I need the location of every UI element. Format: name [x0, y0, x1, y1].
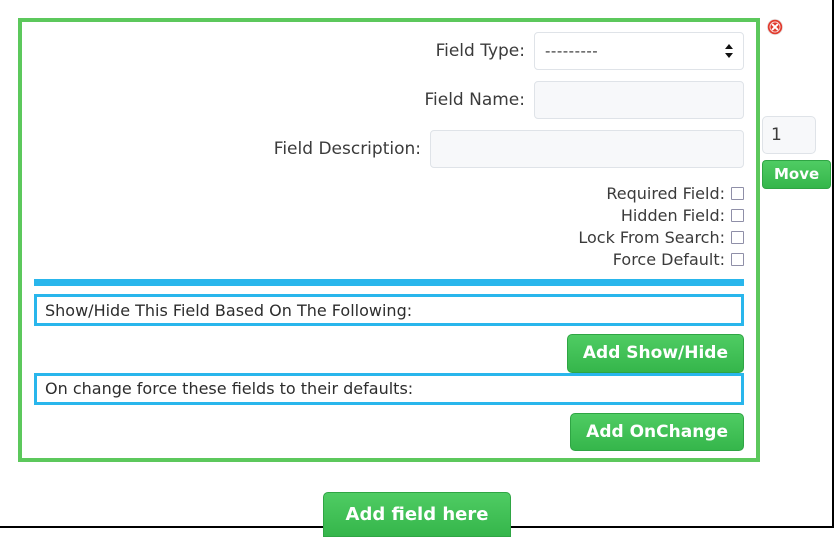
hidden-field-checkbox[interactable]: [731, 209, 744, 222]
option-row-required-field: Required Field:: [34, 184, 744, 203]
option-row-hidden-field: Hidden Field:: [34, 206, 744, 225]
show-hide-heading: Show/Hide This Field Based On The Follow…: [45, 300, 413, 320]
add-field-here-button[interactable]: Add field here: [322, 492, 512, 537]
force-default-checkbox[interactable]: [731, 253, 744, 266]
required-field-label: Required Field:: [606, 184, 725, 203]
field-name-label: Field Name:: [424, 89, 525, 110]
option-row-force-default: Force Default:: [34, 250, 744, 269]
field-position-input[interactable]: [762, 116, 816, 154]
required-field-checkbox[interactable]: [731, 187, 744, 200]
force-default-label: Force Default:: [612, 250, 725, 269]
field-type-label: Field Type:: [435, 40, 525, 61]
add-onchange-button[interactable]: Add OnChange: [570, 412, 744, 452]
show-hide-button-row: Add Show/Hide: [34, 326, 744, 373]
field-options-group: Required Field: Hidden Field: Lock From …: [34, 184, 744, 269]
close-circle-icon[interactable]: [766, 18, 784, 36]
field-editor-panel: Field Type: Field Name: Field Descriptio…: [18, 18, 760, 462]
field-type-select[interactable]: [534, 32, 744, 70]
field-controls-rail: Move: [762, 18, 832, 189]
on-change-section: On change force these fields to their de…: [34, 372, 744, 405]
field-name-input[interactable]: [534, 81, 744, 119]
on-change-button-row: Add OnChange: [34, 405, 744, 452]
section-divider: [34, 279, 744, 286]
lock-from-search-checkbox[interactable]: [731, 231, 744, 244]
hidden-field-label: Hidden Field:: [620, 206, 725, 225]
lock-from-search-label: Lock From Search:: [578, 228, 725, 247]
field-description-label: Field Description:: [273, 138, 421, 159]
add-show-hide-button[interactable]: Add Show/Hide: [566, 334, 744, 373]
field-type-select-wrap: [534, 32, 744, 70]
field-type-row: Field Type:: [34, 32, 744, 70]
move-button[interactable]: Move: [762, 160, 832, 189]
field-name-row: Field Name:: [34, 81, 744, 119]
field-description-input[interactable]: [430, 130, 744, 168]
on-change-heading: On change force these fields to their de…: [45, 379, 414, 399]
add-field-footer: Add field here: [0, 492, 834, 537]
move-button-wrap: Move: [762, 160, 832, 189]
show-hide-section: Show/Hide This Field Based On The Follow…: [34, 294, 744, 326]
field-editor-body: Field Type: Field Name: Field Descriptio…: [22, 22, 756, 458]
field-description-row: Field Description:: [34, 130, 744, 168]
option-row-lock-from-search: Lock From Search:: [34, 228, 744, 247]
